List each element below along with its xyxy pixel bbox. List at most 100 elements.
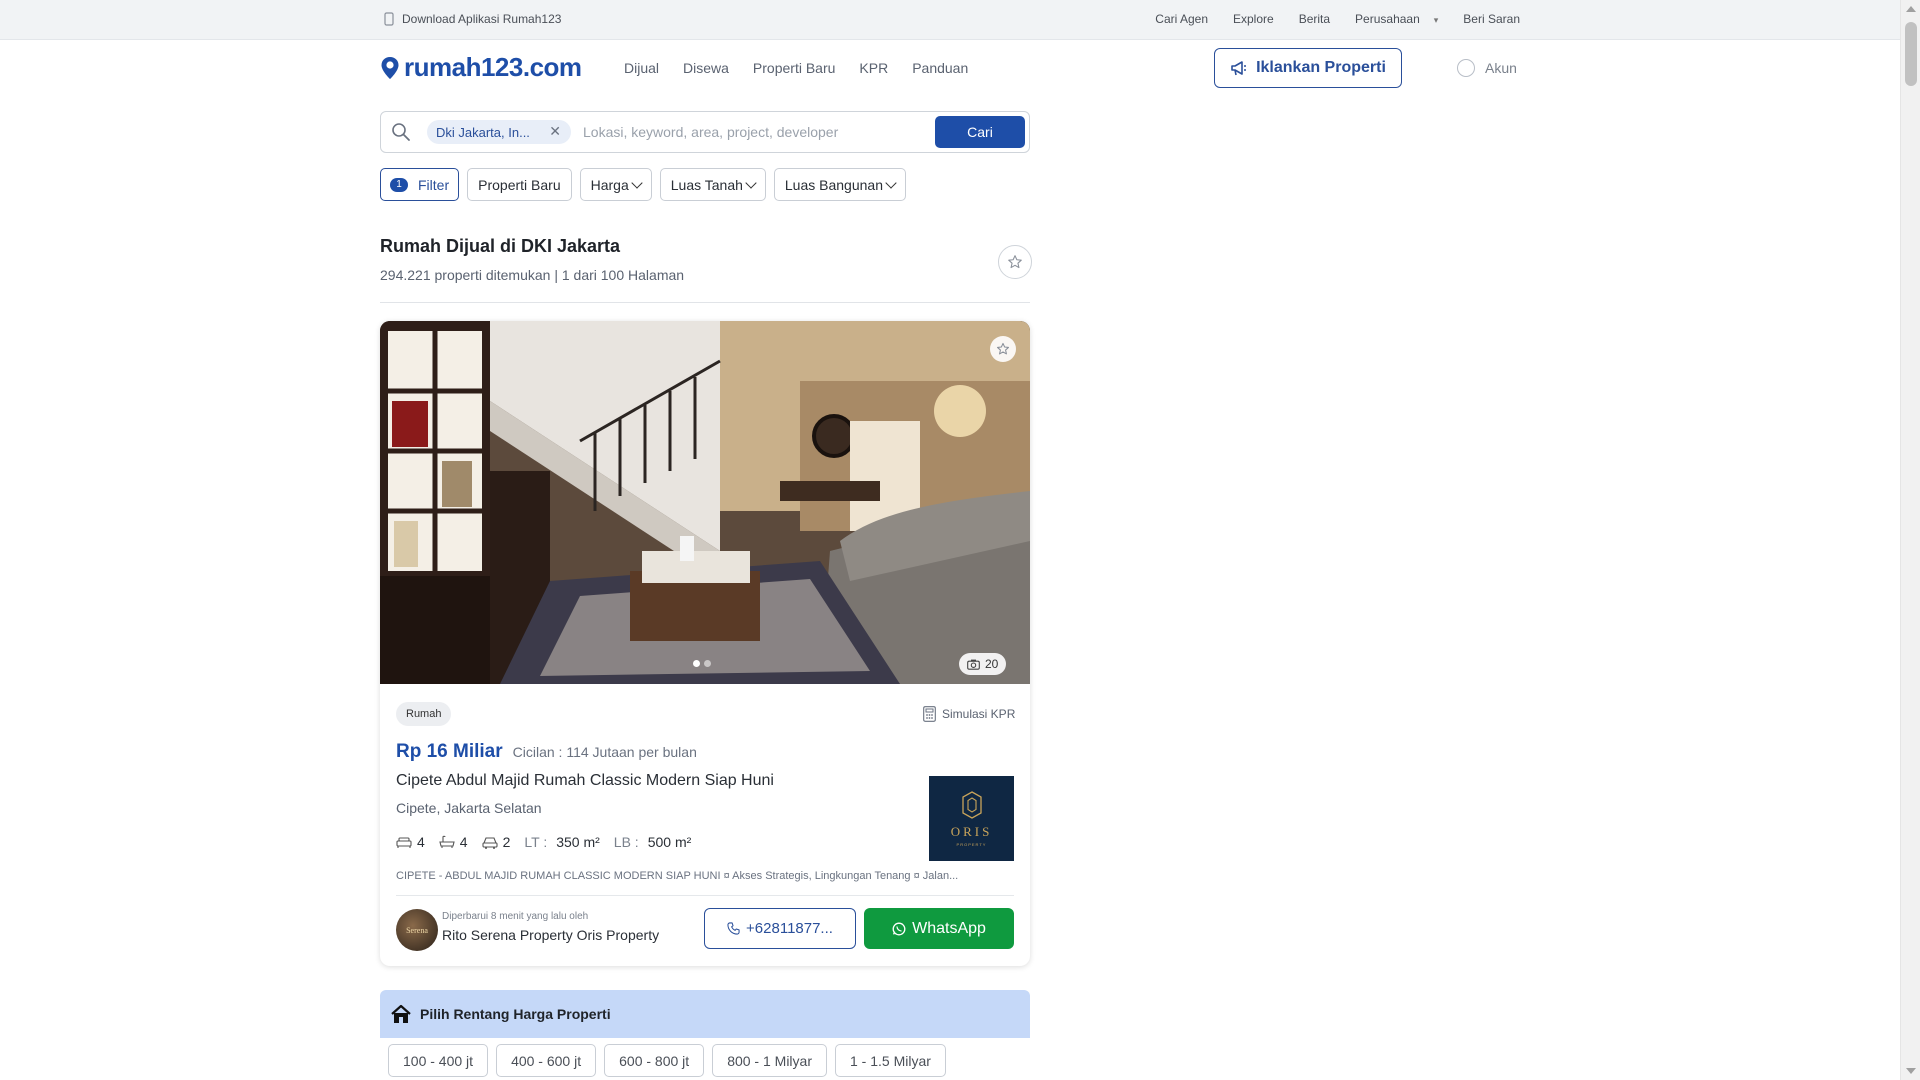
nav-panduan[interactable]: Panduan (912, 60, 968, 76)
results-summary: 294.221 properti ditemukan | 1 dari 100 … (380, 267, 685, 283)
bed-icon (396, 836, 412, 848)
scrollbar-thumb[interactable] (1905, 22, 1917, 86)
photo-count-badge[interactable]: 20 (959, 653, 1007, 675)
photo-count: 20 (985, 657, 999, 671)
simulasi-kpr-label: Simulasi KPR (942, 707, 1016, 721)
topbar-link-explore[interactable]: Explore (1233, 12, 1274, 26)
house-price-icon (391, 1004, 411, 1023)
price-range-options: 100 - 400 jt 400 - 600 jt 600 - 800 jt 8… (380, 1038, 1030, 1077)
page: Download Aplikasi Rumah123 Cari Agen Exp… (0, 0, 1920, 1080)
topbar-link-berita[interactable]: Berita (1299, 12, 1330, 26)
whatsapp-button[interactable]: WhatsApp (864, 908, 1014, 949)
camera-icon (967, 659, 980, 670)
whatsapp-label: WhatsApp (912, 919, 986, 937)
nav-kpr[interactable]: KPR (859, 60, 888, 76)
car-icon (482, 836, 498, 849)
listing-photo[interactable]: 20 (380, 321, 1030, 684)
topbar-link-cari-agen[interactable]: Cari Agen (1155, 12, 1208, 26)
building-area-spec: LB : 500 m² (614, 834, 691, 850)
filter-harga[interactable]: Harga (579, 168, 652, 201)
agency-logo[interactable]: ORIS PROPERTY (929, 776, 1014, 861)
page-scrollbar[interactable] (1900, 0, 1920, 1080)
building-area-value: 500 m² (647, 834, 692, 850)
location-chip[interactable]: Dki Jakarta, In... ✕ (427, 120, 571, 144)
scroll-up-arrow[interactable] (1906, 6, 1916, 12)
filter-luas-tanah[interactable]: Luas Tanah (659, 168, 766, 201)
filter-properti-baru[interactable]: Properti Baru (467, 168, 572, 201)
bathroom-count: 4 (459, 834, 468, 850)
main-header: rumah123.com Dijual Disewa Properti Baru… (0, 40, 1900, 100)
phone-label: +62811877... (746, 920, 833, 937)
search-icon (392, 123, 410, 141)
location-chip-label: Dki Jakarta, In... (436, 124, 530, 140)
agent-avatar[interactable]: Serena (396, 909, 438, 951)
land-area-spec: LT : 350 m² (524, 834, 599, 850)
nav-dijual[interactable]: Dijual (624, 60, 659, 76)
account-menu[interactable]: Akun (1457, 59, 1517, 77)
filter-harga-label: Harga (590, 176, 629, 193)
agency-logo-text: ORIS (950, 824, 993, 839)
chevron-down-icon: ▾ (1433, 15, 1439, 25)
listing-photo-illustration (380, 321, 1030, 684)
whatsapp-icon (892, 922, 906, 935)
price-range-option[interactable]: 1 - 1.5 Milyar (835, 1044, 946, 1077)
listing-description: CIPETE - ABDUL MAJID RUMAH CLASSIC MODER… (396, 870, 959, 882)
listing-price: Rp 16 Miliar (396, 741, 503, 762)
nav-properti-baru[interactable]: Properti Baru (753, 60, 835, 76)
user-icon (1457, 59, 1475, 77)
main-nav: Dijual Disewa Properti Baru KPR Panduan (624, 60, 968, 76)
phone-icon (384, 12, 394, 26)
scroll-down-arrow[interactable] (1906, 1068, 1916, 1074)
listing-installment: Cicilan : 114 Jutaan per bulan (512, 744, 697, 760)
top-utility-bar: Download Aplikasi Rumah123 Cari Agen Exp… (0, 0, 1900, 40)
page-title: Rumah Dijual di DKI Jakarta (380, 236, 621, 256)
topbar-link-beri-saran[interactable]: Beri Saran (1463, 12, 1520, 26)
photo-dot[interactable] (704, 660, 711, 667)
simulasi-kpr-link[interactable]: Simulasi KPR (923, 706, 1015, 722)
nav-disewa[interactable]: Disewa (683, 60, 729, 76)
search-input[interactable] (583, 120, 913, 144)
phone-button[interactable]: +62811877... (704, 908, 856, 949)
photo-carousel-dots (693, 660, 711, 667)
favorite-button[interactable] (990, 336, 1016, 362)
download-app-link[interactable]: Download Aplikasi Rumah123 (384, 12, 561, 26)
filter-luas-bangunan-label: Luas Bangunan (784, 176, 883, 193)
garage-spec: 2 (482, 834, 511, 850)
logo-text: rumah123.com (404, 52, 582, 82)
photo-dot[interactable] (693, 660, 700, 667)
calculator-icon (923, 706, 936, 722)
save-search-button[interactable] (998, 245, 1032, 279)
perusahaan-label: Perusahaan (1355, 12, 1420, 26)
search-button[interactable]: Cari (935, 116, 1025, 148)
advertise-label: Iklankan Properti (1256, 59, 1386, 76)
divider (396, 895, 1014, 896)
price-range-option[interactable]: 600 - 800 jt (604, 1044, 705, 1077)
filter-label: Filter (418, 176, 450, 193)
garage-count: 2 (502, 834, 511, 850)
filter-bar: 1 Filter Properti Baru Harga Luas Tanah … (380, 168, 906, 201)
price-range-option[interactable]: 800 - 1 Milyar (712, 1044, 827, 1077)
property-type-badge: Rumah (396, 702, 452, 726)
site-logo[interactable]: rumah123.com (380, 52, 582, 83)
price-range-header: Pilih Rentang Harga Properti (380, 990, 1030, 1038)
agent-name[interactable]: Rito Serena Property Oris Property (442, 927, 659, 943)
star-icon (996, 342, 1010, 355)
price-range-option[interactable]: 400 - 600 jt (496, 1044, 597, 1077)
listing-title[interactable]: Cipete Abdul Majid Rumah Classic Modern … (396, 772, 774, 790)
top-utility-links: Cari Agen Explore Berita Perusahaan ▾ Ber… (1155, 12, 1520, 26)
topbar-link-perusahaan[interactable]: Perusahaan ▾ (1355, 12, 1438, 26)
chevron-down-icon (745, 176, 757, 189)
listing-location: Cipete, Jakarta Selatan (396, 800, 542, 816)
bedroom-count: 4 (417, 834, 425, 850)
account-label: Akun (1485, 60, 1517, 76)
close-icon[interactable]: ✕ (549, 123, 561, 140)
building-area-label: LB : (613, 834, 639, 850)
filter-luas-bangunan[interactable]: Luas Bangunan (773, 168, 906, 201)
megaphone-icon (1231, 61, 1247, 76)
chevron-down-icon (885, 176, 897, 189)
listing-card[interactable]: 20 Rumah Simulasi KPR Rp 16 Miliar Cicil… (380, 321, 1030, 966)
advertise-property-button[interactable]: Iklankan Properti (1214, 48, 1402, 88)
phone-icon (727, 922, 740, 935)
price-range-option[interactable]: 100 - 400 jt (388, 1044, 489, 1077)
filter-button[interactable]: 1 Filter (380, 168, 460, 201)
